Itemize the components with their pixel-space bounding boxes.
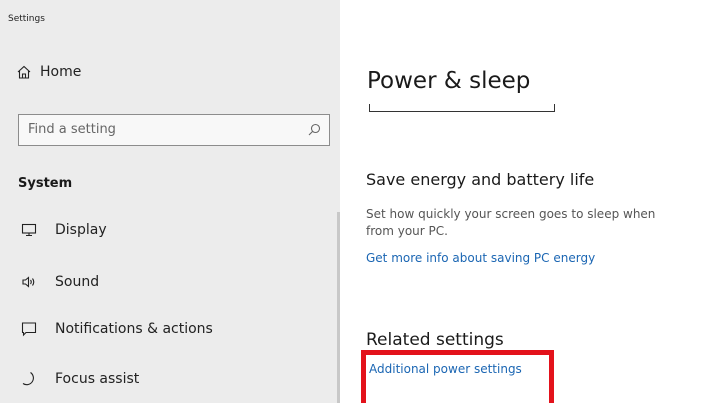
search-input[interactable] [19, 115, 299, 144]
app-title: Settings [8, 14, 45, 24]
moon-icon [22, 372, 34, 386]
main-content: Power & sleep Save energy and battery li… [340, 0, 703, 403]
sidebar-item-label: Home [40, 64, 82, 80]
section-label-system: System [18, 176, 73, 191]
sidebar-item-home[interactable]: Home [0, 55, 340, 89]
section-heading-save-energy: Save energy and battery life [366, 170, 595, 189]
sidebar-item-label: Display [55, 222, 107, 238]
sidebar-item-display[interactable]: Display [0, 213, 340, 247]
description-line: from your PC. [366, 224, 448, 238]
page-title: Power & sleep [367, 68, 531, 94]
sidebar-item-notifications[interactable]: Notifications & actions [0, 312, 340, 346]
more-info-link[interactable]: Get more info about saving PC energy [366, 251, 595, 265]
description-line: Set how quickly your screen goes to slee… [366, 207, 656, 221]
sidebar-item-label: Focus assist [55, 371, 140, 387]
sidebar-item-label: Sound [55, 274, 100, 290]
sidebar-item-focus-assist[interactable]: Focus assist [0, 362, 340, 396]
section-heading-related-settings: Related settings [366, 330, 504, 350]
sidebar-item-label: Notifications & actions [55, 321, 213, 337]
search-icon[interactable] [308, 123, 321, 136]
sidebar-item-sound[interactable]: Sound [0, 265, 340, 299]
notification-icon [21, 322, 37, 337]
monitor-icon [21, 223, 37, 237]
red-highlight-box [361, 350, 554, 403]
home-icon [17, 65, 31, 79]
title-underline-bracket [369, 104, 555, 112]
search-box [18, 114, 330, 146]
sidebar: Settings Home System Display Sound Notif… [0, 0, 340, 403]
speaker-icon [22, 276, 35, 288]
save-energy-description: Set how quickly your screen goes to slee… [366, 206, 703, 240]
